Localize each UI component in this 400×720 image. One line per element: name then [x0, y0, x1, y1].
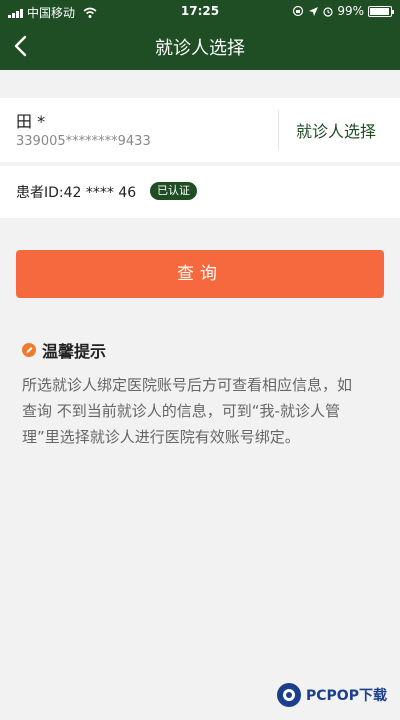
patient-card: 田 * 339005********9433 就诊人选择: [0, 98, 400, 162]
patient-info-row: 患者ID:42 **** 46 已认证: [0, 166, 400, 218]
watermark-text: PCPOP下载: [306, 688, 387, 704]
vertical-divider: [278, 110, 279, 150]
rotation-lock-icon: [293, 5, 304, 17]
navbar: 就诊人选择: [0, 26, 400, 66]
patient-id-label: 患者ID:42 **** 46: [16, 185, 137, 201]
watermark: PCPOP下载: [276, 682, 387, 708]
patient-name: 田 *: [16, 112, 46, 131]
location-icon: [309, 6, 319, 16]
verified-badge: 已认证: [150, 182, 197, 200]
query-button[interactable]: 查询: [16, 250, 384, 298]
status-bar: 中国移动 17:25 99%: [0, 0, 400, 24]
tips-text: 所选就诊人绑定医院账号后方可查看相应信息，如查询 不到当前就诊人的信息，可到“我…: [22, 376, 353, 446]
pcpop-logo-icon: [277, 683, 301, 707]
page-title: 就诊人选择: [155, 38, 245, 59]
info-icon: [22, 343, 36, 357]
status-right: 99%: [292, 4, 394, 18]
select-patient-button[interactable]: 就诊人选择: [296, 118, 376, 142]
app-header: 中国移动 17:25 99% 就诊人选择: [0, 0, 400, 70]
tips-title: 温馨提示: [42, 342, 107, 361]
alarm-icon: [323, 7, 333, 17]
patient-id-number: 339005********9433: [16, 134, 151, 149]
tips-header: 温馨提示: [22, 338, 106, 362]
battery-percent: 99%: [337, 4, 364, 18]
battery-icon: [368, 5, 394, 17]
